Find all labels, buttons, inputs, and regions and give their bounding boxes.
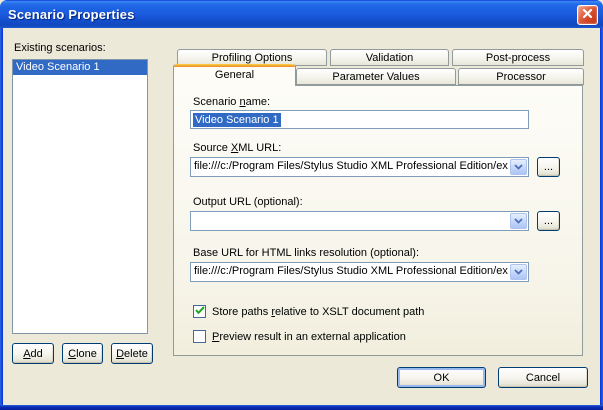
close-button[interactable] (577, 5, 598, 25)
title-bar: Scenario Properties (0, 0, 603, 28)
check-icon (195, 306, 205, 318)
source-url-browse-button[interactable]: ... (537, 157, 560, 177)
active-tab-accent (174, 64, 295, 67)
source-xml-url-label: Source XML URL: (193, 142, 281, 154)
store-paths-checkbox[interactable] (193, 305, 206, 318)
scenario-properties-dialog: Scenario Properties Existing scenarios: … (0, 0, 603, 410)
output-url-combobox[interactable] (190, 211, 529, 231)
cancel-button[interactable]: Cancel (498, 367, 588, 388)
window-border-left (0, 28, 3, 410)
existing-scenarios-label: Existing scenarios: (14, 42, 106, 54)
chevron-down-icon (514, 215, 523, 227)
tab-general[interactable]: General (173, 64, 296, 86)
source-xml-url-combobox[interactable]: file:///c:/Program Files/Stylus Studio X… (190, 157, 529, 177)
scenario-name-value: Video Scenario 1 (193, 113, 281, 127)
source-url-dropdown-button[interactable] (510, 159, 527, 175)
tab-parameter-values[interactable]: Parameter Values (296, 68, 456, 85)
preview-checkbox[interactable] (193, 330, 206, 343)
window-title: Scenario Properties (0, 7, 135, 22)
scenario-name-label: Scenario name: (193, 96, 270, 108)
source-xml-url-value: file:///c:/Program Files/Stylus Studio X… (191, 158, 509, 176)
output-url-value (191, 212, 509, 230)
clone-button[interactable]: Clone (62, 343, 103, 364)
delete-button[interactable]: Delete (111, 343, 153, 364)
tab-post-process[interactable]: Post-process (452, 49, 584, 66)
preview-label: Preview result in an external applicatio… (212, 331, 406, 343)
tab-processor[interactable]: Processor (458, 68, 584, 85)
scenario-name-input[interactable]: Video Scenario 1 (190, 110, 529, 129)
check-icon (195, 331, 205, 343)
base-url-label: Base URL for HTML links resolution (opti… (193, 247, 419, 259)
store-paths-label: Store paths relative to XSLT document pa… (212, 306, 424, 318)
output-url-label: Output URL (optional): (193, 196, 303, 208)
chevron-down-icon (514, 161, 523, 173)
base-url-combobox[interactable]: file:///c:/Program Files/Stylus Studio X… (190, 262, 529, 282)
chevron-down-icon (514, 266, 523, 278)
output-url-dropdown-button[interactable] (510, 213, 527, 229)
output-url-browse-button[interactable]: ... (537, 211, 560, 231)
add-button[interactable]: Add (12, 343, 54, 364)
base-url-dropdown-button[interactable] (510, 264, 527, 280)
window-border-bottom (0, 405, 603, 410)
list-item[interactable]: Video Scenario 1 (13, 60, 147, 75)
close-icon (582, 8, 593, 22)
tab-validation[interactable]: Validation (330, 49, 449, 66)
base-url-value: file:///c:/Program Files/Stylus Studio X… (191, 263, 509, 281)
ok-button[interactable]: OK (397, 367, 486, 388)
scenario-listbox[interactable]: Video Scenario 1 (12, 59, 148, 334)
